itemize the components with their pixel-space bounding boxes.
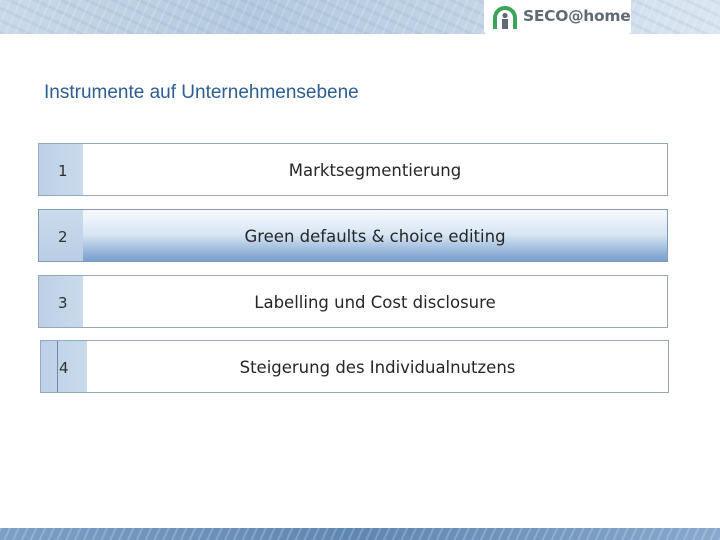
instrument-row-highlighted: 2 Green defaults & choice editing: [38, 209, 668, 262]
divider-line: [57, 341, 58, 392]
number-block: 1: [39, 144, 83, 195]
logo: SECO@home: [484, 0, 631, 34]
number-block: 3: [39, 276, 83, 327]
number-block: 2: [39, 210, 83, 261]
row-number: 2: [58, 228, 68, 246]
seco-home-logo-icon: [493, 6, 517, 29]
row-label: Labelling und Cost disclosure: [254, 293, 496, 312]
top-banner: SECO@home: [0, 0, 720, 34]
number-block: 4: [41, 341, 87, 392]
row-label: Steigerung des Individualnutzens: [239, 358, 516, 377]
row-number: 3: [58, 294, 68, 312]
row-number: 4: [59, 359, 69, 377]
row-number: 1: [58, 162, 68, 180]
instrument-row: 1 Marktsegmentierung: [38, 143, 668, 196]
row-label: Marktsegmentierung: [288, 161, 462, 180]
row-label: Green defaults & choice editing: [244, 227, 506, 246]
logo-text: SECO@home: [523, 7, 631, 25]
page-title: Instrumente auf Unternehmensebene: [44, 82, 359, 103]
instrument-row: 3 Labelling und Cost disclosure: [38, 275, 668, 328]
instrument-row: 4 Steigerung des Individualnutzens: [40, 340, 669, 393]
bottom-banner: [0, 528, 720, 540]
